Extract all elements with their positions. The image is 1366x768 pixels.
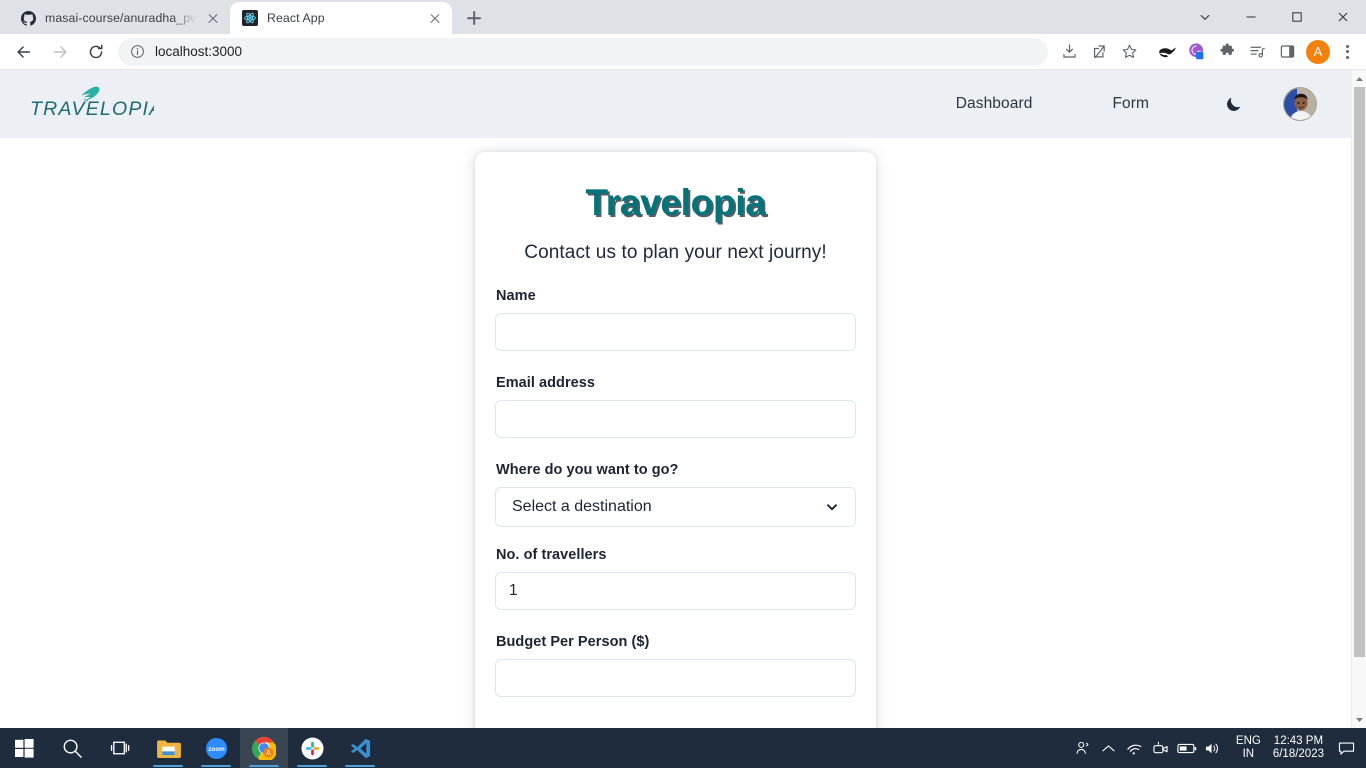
extension-grammarly-icon[interactable] bbox=[1182, 37, 1212, 67]
form-card-wrapper: Travelopia Contact us to plan your next … bbox=[0, 138, 1351, 728]
battery-icon[interactable] bbox=[1174, 728, 1200, 768]
show-hidden-icons-chevron[interactable] bbox=[1096, 728, 1122, 768]
page-viewport: TRAVELOPIA Dashboard Form Travelopia Con… bbox=[0, 70, 1366, 728]
travellers-input[interactable] bbox=[495, 572, 856, 610]
taskbar-apps: zoom A bbox=[0, 728, 384, 768]
system-tray: ENG IN 12:43 PM 6/18/2023 bbox=[1070, 728, 1364, 768]
browser-tab-github[interactable]: masai-course/anuradha_pw08_20 bbox=[8, 2, 230, 34]
url-text: localhost:3000 bbox=[155, 44, 243, 59]
site-info-icon[interactable] bbox=[130, 44, 145, 59]
meet-camera-icon[interactable] bbox=[1148, 728, 1174, 768]
share-icon[interactable] bbox=[1084, 37, 1114, 67]
nav-link-dashboard[interactable]: Dashboard bbox=[940, 89, 1049, 119]
field-name: Name bbox=[495, 288, 856, 371]
people-icon[interactable] bbox=[1070, 728, 1096, 768]
forward-arrow-icon[interactable] bbox=[45, 37, 75, 67]
downloads-icon[interactable] bbox=[1054, 37, 1084, 67]
github-icon bbox=[20, 10, 36, 26]
side-panel-icon[interactable] bbox=[1272, 37, 1302, 67]
scroll-up-arrow-icon[interactable] bbox=[1352, 70, 1366, 87]
browser-toolbar: localhost:3000 A bbox=[0, 34, 1366, 70]
notification-icon[interactable] bbox=[1332, 728, 1360, 768]
field-budget: Budget Per Person ($) bbox=[495, 634, 856, 717]
tab-title: masai-course/anuradha_pw08_20 bbox=[45, 11, 196, 25]
close-icon[interactable] bbox=[1320, 0, 1366, 34]
reading-list-icon[interactable] bbox=[1242, 37, 1272, 67]
extensions-puzzle-icon[interactable] bbox=[1212, 37, 1242, 67]
browser-window: masai-course/anuradha_pw08_20 React App bbox=[0, 0, 1366, 728]
page-scrollbar[interactable] bbox=[1351, 70, 1366, 728]
clock-time: 12:43 PM bbox=[1273, 735, 1324, 747]
field-label: Where do you want to go? bbox=[496, 462, 679, 478]
profile-avatar-chip[interactable]: A bbox=[1306, 39, 1330, 64]
nav-link-form[interactable]: Form bbox=[1096, 89, 1165, 119]
contact-form-card: Travelopia Contact us to plan your next … bbox=[475, 152, 876, 728]
language-indicator[interactable]: ENG IN bbox=[1236, 735, 1261, 761]
reload-icon[interactable] bbox=[81, 37, 111, 67]
start-button[interactable] bbox=[0, 728, 48, 768]
travelopia-logo[interactable]: TRAVELOPIA bbox=[24, 79, 162, 129]
address-bar[interactable]: localhost:3000 bbox=[118, 37, 1048, 66]
react-icon bbox=[242, 10, 258, 26]
field-destination: Where do you want to go? Select a destin… bbox=[495, 462, 856, 527]
chevron-down-icon[interactable] bbox=[1182, 0, 1228, 34]
site-nav: Dashboard Form bbox=[916, 87, 1317, 121]
web-page: TRAVELOPIA Dashboard Form Travelopia Con… bbox=[0, 70, 1351, 728]
field-label: Name bbox=[496, 288, 536, 304]
logo-text: TRAVELOPIA bbox=[30, 98, 154, 120]
email-input[interactable] bbox=[495, 400, 856, 438]
wifi-icon[interactable] bbox=[1122, 728, 1148, 768]
window-controls bbox=[1182, 0, 1366, 34]
new-tab-button[interactable] bbox=[460, 4, 488, 32]
user-avatar-photo[interactable] bbox=[1283, 87, 1317, 121]
chrome-icon[interactable]: A bbox=[240, 728, 288, 768]
scroll-down-arrow-icon[interactable] bbox=[1352, 711, 1366, 728]
chevron-down-icon bbox=[825, 500, 839, 514]
budget-input[interactable] bbox=[495, 659, 856, 697]
scrollbar-thumb[interactable] bbox=[1354, 87, 1365, 657]
clock-date: 6/18/2023 bbox=[1272, 748, 1324, 760]
name-input[interactable] bbox=[495, 313, 856, 351]
field-travellers: No. of travellers bbox=[495, 547, 856, 630]
svg-text:zoom: zoom bbox=[208, 745, 225, 752]
close-icon[interactable] bbox=[427, 10, 443, 26]
vscode-icon[interactable] bbox=[336, 728, 384, 768]
minimize-icon[interactable] bbox=[1228, 0, 1274, 34]
field-label: Email address bbox=[496, 375, 595, 391]
back-arrow-icon[interactable] bbox=[9, 37, 39, 67]
moon-icon[interactable] bbox=[1217, 87, 1251, 121]
site-header: TRAVELOPIA Dashboard Form bbox=[0, 70, 1351, 138]
slack-icon[interactable] bbox=[288, 728, 336, 768]
volume-icon[interactable] bbox=[1200, 728, 1226, 768]
extension-dark-reader-icon[interactable] bbox=[1152, 37, 1182, 67]
bookmark-star-icon[interactable] bbox=[1114, 37, 1144, 67]
language-line2: IN bbox=[1242, 748, 1255, 760]
kebab-menu-icon[interactable] bbox=[1334, 37, 1360, 67]
tab-strip: masai-course/anuradha_pw08_20 React App bbox=[0, 0, 1366, 34]
field-email: Email address bbox=[495, 375, 856, 458]
task-view-icon[interactable] bbox=[96, 728, 144, 768]
windows-taskbar: zoom A ENG IN 12:43 PM 6/18/2023 bbox=[0, 728, 1366, 768]
language-line1: ENG bbox=[1235, 735, 1261, 747]
svg-text:A: A bbox=[266, 750, 271, 757]
destination-select[interactable]: Select a destination bbox=[495, 487, 856, 527]
maximize-icon[interactable] bbox=[1274, 0, 1320, 34]
search-icon[interactable] bbox=[48, 728, 96, 768]
page-subtitle: Contact us to plan your next journy! bbox=[524, 242, 827, 263]
tab-title: React App bbox=[267, 11, 325, 25]
select-value: Select a destination bbox=[512, 498, 652, 515]
toolbar-icons: A bbox=[1054, 37, 1360, 67]
folder-icon[interactable] bbox=[144, 728, 192, 768]
zoom-icon[interactable]: zoom bbox=[192, 728, 240, 768]
field-label: Budget Per Person ($) bbox=[496, 634, 650, 650]
close-icon[interactable] bbox=[205, 10, 221, 26]
clock[interactable]: 12:43 PM 6/18/2023 bbox=[1273, 735, 1324, 761]
browser-tab-react-app[interactable]: React App bbox=[230, 2, 452, 34]
page-title: Travelopia bbox=[585, 182, 766, 223]
field-label: No. of travellers bbox=[496, 547, 607, 563]
